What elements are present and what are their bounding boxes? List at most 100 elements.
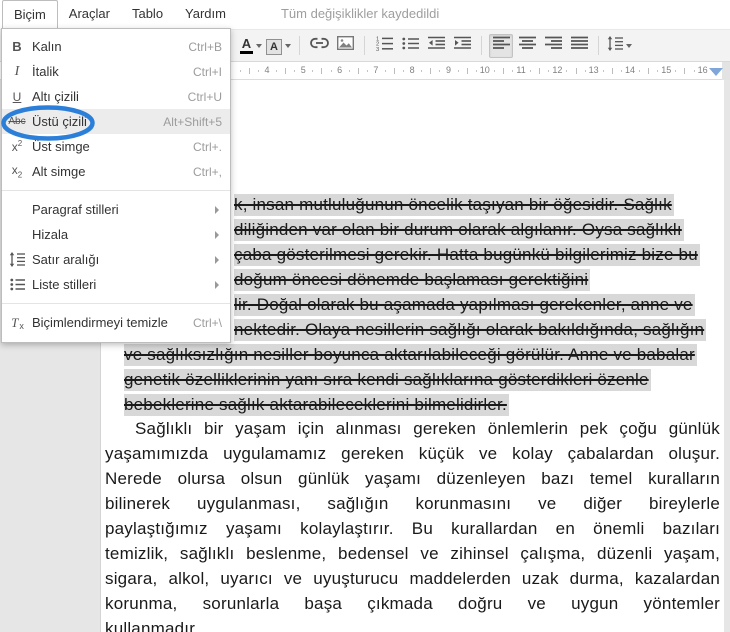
menu-item-label: Üst simge bbox=[32, 139, 193, 154]
ruler-tick bbox=[467, 68, 468, 74]
menu-item-bicimlendirmeyi-temizle[interactable]: TxBiçimlendirmeyi temizleCtrl+\ bbox=[2, 310, 230, 335]
menu-item-label: Biçimlendirmeyi temizle bbox=[32, 315, 193, 330]
menu-item-label: Satır aralığı bbox=[32, 252, 215, 267]
menu-item-shortcut: Ctrl+I bbox=[193, 65, 222, 79]
ruler-number: 16 bbox=[698, 65, 708, 75]
menu-item-label: Üstü çizili bbox=[32, 114, 163, 129]
menu-item-alti-cizili[interactable]: UAltı çiziliCtrl+U bbox=[2, 84, 230, 109]
align-right-icon bbox=[545, 36, 562, 55]
paragraph-line: sigara, alkol, uyarıcı ve uyuşturucu mad… bbox=[105, 566, 720, 591]
save-status: Tüm değişiklikler kaydedildi bbox=[281, 0, 439, 29]
ruler-number: 11 bbox=[516, 65, 525, 75]
selected-paragraph-line: k, insan mutluluğunun öncelik taşıyan bi… bbox=[234, 192, 674, 217]
menubar-item-yardim[interactable]: Yardım bbox=[174, 0, 237, 29]
menu-item-i-talik[interactable]: IİtalikCtrl+I bbox=[2, 59, 230, 84]
submenu-arrow-icon bbox=[215, 256, 219, 264]
ruler-tick bbox=[566, 70, 567, 72]
menu-item-label: Alt simge bbox=[32, 164, 193, 179]
ruler-tick bbox=[385, 70, 386, 72]
line-spacing-button[interactable] bbox=[606, 34, 633, 58]
ruler-tick bbox=[603, 70, 604, 72]
ruler-tick bbox=[258, 70, 259, 72]
align-center-button[interactable] bbox=[515, 34, 539, 58]
menu-item-kalin[interactable]: BKalınCtrl+B bbox=[2, 34, 230, 59]
selected-text: bebeklerine sağlık aktarabileceklerini b… bbox=[124, 394, 509, 416]
selected-text: çaba gösterilmesi gerekir. Hatta bugünkü… bbox=[234, 244, 700, 266]
menu-item-hizala[interactable]: Hizala bbox=[2, 222, 230, 247]
ruler-number: 7 bbox=[373, 65, 378, 75]
selected-text: diliğinden var olan bir durum olarak alg… bbox=[234, 219, 684, 241]
menubar-item-araclar[interactable]: Araçlar bbox=[58, 0, 121, 29]
menubar-item-bicim[interactable]: Biçim bbox=[2, 0, 58, 29]
selected-paragraph-line: bebeklerine sağlık aktarabileceklerini b… bbox=[124, 392, 509, 417]
paragraph-line: paylaştığımız yaşamı kolaylaştırır. Bu k… bbox=[105, 516, 720, 541]
menu-item-label: Altı çizili bbox=[32, 89, 188, 104]
menu-separator bbox=[2, 303, 230, 304]
menubar-item-tablo[interactable]: Tablo bbox=[121, 0, 174, 29]
align-right-button[interactable] bbox=[541, 34, 565, 58]
align-left-icon bbox=[493, 36, 510, 55]
align-center-icon bbox=[519, 36, 536, 55]
ruler-tick bbox=[548, 70, 549, 72]
selected-paragraph-line: diliğinden var olan bir durum olarak alg… bbox=[234, 217, 684, 242]
menu-item-ust-simge[interactable]: x2Üst simgeCtrl+. bbox=[2, 134, 230, 159]
ruler-tick bbox=[657, 70, 658, 72]
selected-paragraph-line: genetik özelliklerinin yanı sıra kendi s… bbox=[124, 367, 651, 392]
svg-text:3: 3 bbox=[376, 46, 379, 50]
selected-text: k, insan mutluluğunun öncelik taşıyan bi… bbox=[234, 194, 674, 216]
ruler-tick bbox=[403, 70, 404, 72]
ruler-tick bbox=[530, 70, 531, 72]
ruler-tick bbox=[576, 68, 577, 74]
insert-link-button[interactable] bbox=[307, 34, 331, 58]
ruler-tick bbox=[358, 68, 359, 74]
paragraph-line: Sağlıklı bir yaşam için alınması gereken… bbox=[105, 416, 720, 441]
outdent-icon bbox=[428, 36, 445, 55]
menu-separator bbox=[2, 190, 230, 191]
menu-item-alt-simge[interactable]: x2Alt simgeCtrl+, bbox=[2, 159, 230, 184]
ruler-tick bbox=[367, 70, 368, 72]
text-color-button[interactable]: A bbox=[239, 34, 263, 58]
menu-item-ustu-cizili[interactable]: AbcÜstü çiziliAlt+Shift+5 bbox=[2, 109, 230, 134]
menu-item-shortcut: Alt+Shift+5 bbox=[163, 115, 222, 129]
ruler-tick bbox=[639, 70, 640, 72]
ruler-tick bbox=[321, 68, 322, 74]
ruler-tick bbox=[684, 68, 685, 74]
ruler-tick bbox=[694, 70, 695, 72]
numbered-list-button[interactable]: 123 bbox=[372, 34, 396, 58]
highlight-color-button[interactable]: A bbox=[265, 34, 292, 58]
indent-icon bbox=[454, 36, 471, 55]
ruler-tick bbox=[675, 70, 676, 72]
ruler-number: 4 bbox=[264, 65, 269, 75]
menu-item-satir-araligi[interactable]: Satır aralığı bbox=[2, 247, 230, 272]
selected-paragraph-line: ve sağlıksızlığın nesiller boyunca aktar… bbox=[124, 342, 697, 367]
submenu-arrow-icon bbox=[215, 231, 219, 239]
align-left-button[interactable] bbox=[489, 34, 513, 58]
insert-image-button[interactable] bbox=[333, 34, 357, 58]
ruler-tick bbox=[331, 70, 332, 72]
toolbar-separator bbox=[481, 36, 482, 55]
ruler-tick bbox=[648, 68, 649, 74]
increase-indent-button[interactable] bbox=[450, 34, 474, 58]
selected-text: lir. Doğal olarak bu aşamada yapılması g… bbox=[234, 294, 695, 316]
paragraph-line: Nerede olursa olsun günlük yaşamı düzenl… bbox=[105, 466, 720, 491]
ruler-tick bbox=[439, 70, 440, 72]
menu-item-paragraf-stilleri[interactable]: Paragraf stilleri bbox=[2, 197, 230, 222]
paragraph-line: yaşamımızda uygulamamız gereken küçük ve… bbox=[105, 441, 720, 466]
menu-item-shortcut: Ctrl+B bbox=[188, 40, 222, 54]
menu-item-liste-stilleri[interactable]: Liste stilleri bbox=[2, 272, 230, 297]
link-icon bbox=[310, 36, 329, 55]
ruler-number: 14 bbox=[625, 65, 635, 75]
numbered-list-icon: 123 bbox=[376, 36, 393, 56]
justify-button[interactable] bbox=[567, 34, 591, 58]
right-indent-marker-icon[interactable] bbox=[709, 68, 723, 76]
selected-text: genetik özelliklerinin yanı sıra kendi s… bbox=[124, 369, 651, 391]
ruler-number: 6 bbox=[337, 65, 342, 75]
dropdown-arrow-icon bbox=[285, 44, 291, 48]
menu-item-shortcut: Ctrl+, bbox=[193, 165, 222, 179]
ruler-number: 8 bbox=[410, 65, 415, 75]
decrease-indent-button[interactable] bbox=[424, 34, 448, 58]
bulleted-list-button[interactable] bbox=[398, 34, 422, 58]
ruler-tick bbox=[476, 70, 477, 72]
bulleted-list-icon bbox=[402, 37, 419, 55]
ruler-tick bbox=[421, 70, 422, 72]
